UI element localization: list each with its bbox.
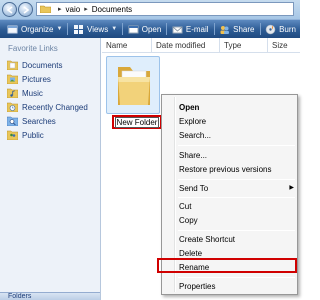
documents-icon [6,60,19,71]
sidebar-item-label: Public [22,130,44,140]
breadcrumb-separator: ▸ [84,6,88,13]
folder-name-text: New Folder [114,116,160,128]
email-label: E-mail [185,24,209,34]
sidebar-item-music[interactable]: Music [0,86,100,100]
rename-highlight-box [157,258,297,273]
submenu-arrow-icon: ▶ [289,185,294,191]
views-button[interactable]: Views ▼ [69,21,121,37]
folder-icon [39,5,52,14]
burn-button[interactable]: Burn [261,21,300,37]
command-toolbar: Organize ▼ Views ▼ Open E-mail Share Bur… [0,19,300,38]
back-button[interactable] [2,2,17,17]
column-headers: Name Date modified Type Size [102,38,300,53]
forward-button[interactable] [18,2,33,17]
sidebar-item-label: Pictures [22,74,51,84]
breadcrumb-vaio[interactable]: vaio [66,5,81,14]
forward-arrow-icon [23,5,29,14]
sidebar-item-documents[interactable]: Documents [0,58,100,72]
sidebar-item-label: Music [22,88,43,98]
toolbar-divider [122,23,123,35]
menu-item-label: Send To [179,184,209,193]
toolbar-divider [67,23,68,35]
searches-icon [6,116,19,127]
share-icon [219,24,230,35]
open-label: Open [141,24,162,34]
burn-disc-icon [265,24,276,35]
chevron-down-icon: ▼ [56,26,63,32]
menu-separator [178,230,295,231]
column-header-type[interactable]: Type [220,38,268,52]
views-icon [73,24,84,35]
column-header-name[interactable]: Name [102,38,152,52]
sidebar-item-label: Searches [22,116,56,126]
menu-item-explore[interactable]: Explore [179,115,294,128]
pictures-icon [6,74,19,85]
breadcrumb-documents[interactable]: Documents [92,5,132,14]
back-arrow-icon [6,5,12,14]
sidebar-item-searches[interactable]: Searches [0,114,100,128]
toolbar-divider [259,23,261,35]
column-header-date-modified[interactable]: Date modified [152,38,220,52]
folder-item-selected[interactable] [106,56,160,114]
open-button[interactable]: Open [124,21,166,37]
navigation-pane: Favorite Links Documents Pictures Music … [0,38,101,300]
menu-item-cut[interactable]: Cut [179,200,294,213]
public-icon [6,130,19,141]
menu-item-search[interactable]: Search... [179,129,294,142]
toolbar-divider [166,23,167,35]
music-icon [6,88,19,99]
email-icon [172,24,183,35]
organize-icon [7,24,18,35]
menu-item-share[interactable]: Share... [179,149,294,162]
menu-item-copy[interactable]: Copy [179,214,294,227]
email-button[interactable]: E-mail [168,21,213,37]
sidebar-item-public[interactable]: Public [0,128,100,142]
sidebar-item-pictures[interactable]: Pictures [0,72,100,86]
chevron-down-icon: ▼ [111,26,118,32]
open-icon [128,24,139,35]
sidebar-item-label: Recently Changed [22,102,88,112]
menu-item-send-to[interactable]: Send To ▶ [179,182,294,195]
folders-toggle[interactable]: Folders [0,292,100,300]
folder-name-edit-box[interactable]: New Folder [112,115,162,129]
sidebar-item-label: Documents [22,60,63,70]
breadcrumb-separator: ▸ [58,6,62,13]
organize-label: Organize [21,24,54,34]
views-label: Views [87,24,109,34]
share-label: Share [233,24,255,34]
menu-item-properties[interactable]: Properties [179,280,294,293]
share-button[interactable]: Share [215,21,258,37]
menu-separator [178,179,295,180]
toolbar-divider [213,23,215,35]
menu-item-open[interactable]: Open [179,101,294,114]
folder-icon [118,67,150,105]
menu-item-restore-previous-versions[interactable]: Restore previous versions [179,163,294,176]
organize-button[interactable]: Organize ▼ [3,21,66,37]
favorite-links-heading: Favorite Links [8,44,58,53]
menu-separator [178,197,295,198]
burn-label: Burn [279,24,296,34]
menu-separator [178,145,295,146]
sidebar-item-recently-changed[interactable]: Recently Changed [0,100,100,114]
address-bar[interactable]: ▸ vaio ▸ Documents [36,2,294,16]
recently-changed-icon [6,102,19,113]
menu-item-create-shortcut[interactable]: Create Shortcut [179,233,294,246]
menu-separator [178,277,295,278]
column-header-size[interactable]: Size [268,38,300,52]
address-strip: ▸ vaio ▸ Documents [0,0,300,19]
